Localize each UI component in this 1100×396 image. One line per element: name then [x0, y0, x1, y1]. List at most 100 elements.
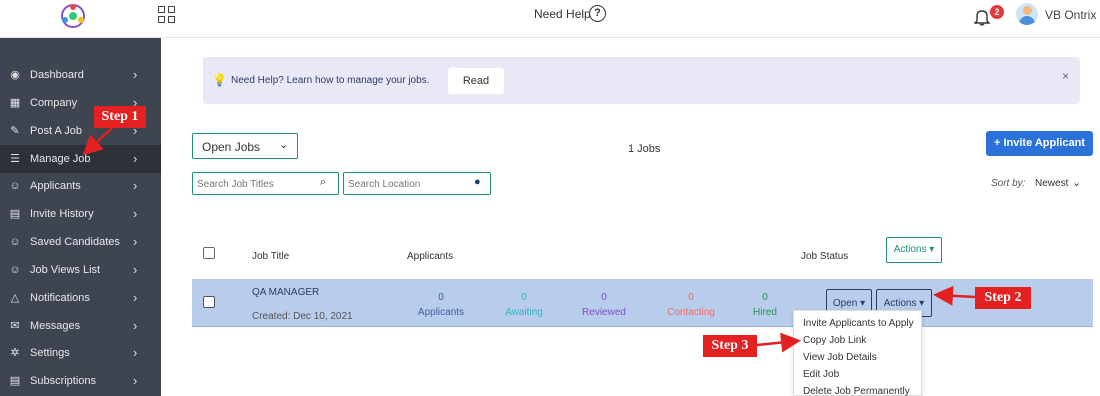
user-check-icon: ☺ — [9, 236, 21, 248]
menu-item-copy-job-link[interactable]: Copy Job Link — [803, 335, 866, 346]
search-icon[interactable]: ⌕ — [320, 176, 326, 189]
row-checkbox[interactable] — [203, 296, 215, 308]
sort-select[interactable]: Newest — [1035, 178, 1068, 189]
sidebar-item-label: Job Views List — [30, 264, 101, 276]
search-job-titles-field: ⌕ — [192, 172, 339, 195]
chevron-right-icon: › — [133, 290, 138, 305]
notification-badge: 2 — [990, 5, 1004, 19]
sidebar: ◉ Dashboard › ▦ Company › ✎ Post A Job › ☰ Manage … — [0, 38, 161, 396]
sidebar-item-label: Manage Job — [30, 153, 91, 165]
header-job-status: Job Status — [801, 251, 849, 262]
search-location-input[interactable] — [348, 176, 466, 192]
menu-item-invite-applicants-to-apply[interactable]: Invite Applicants to Apply — [803, 318, 914, 329]
sidebar-item-subscriptions[interactable]: ▤ Subscriptions › — [0, 367, 161, 395]
chevron-right-icon: › — [133, 206, 138, 221]
chevron-right-icon: › — [133, 373, 138, 388]
subscription-icon: ▤ — [9, 375, 21, 387]
document-icon: ▤ — [9, 208, 21, 220]
chevron-right-icon: › — [133, 67, 138, 82]
stat-label: Contacting — [667, 307, 715, 318]
brand-logo[interactable] — [60, 3, 86, 29]
chevron-right-icon: › — [133, 345, 138, 360]
stat-awaiting[interactable]: 0 Awaiting — [484, 292, 564, 318]
location-pin-icon[interactable]: ● — [474, 176, 481, 188]
banner-text: Need Help? Learn how to manage your jobs… — [231, 75, 430, 86]
sidebar-item-label: Invite History — [30, 208, 94, 220]
close-icon[interactable]: × — [1062, 69, 1069, 83]
step-2-callout: Step 2 — [975, 287, 1031, 309]
stat-value: 0 — [438, 292, 444, 303]
sidebar-item-label: Saved Candidates — [30, 236, 120, 248]
chevron-down-icon[interactable]: ⌄ — [1072, 176, 1081, 189]
top-bar: Need Help ? 2 VB Ontrix — [0, 0, 1100, 38]
sidebar-item-label: Messages — [30, 320, 81, 332]
search-job-titles-input[interactable] — [197, 176, 315, 192]
chevron-right-icon: › — [133, 151, 138, 166]
sidebar-item-notifications[interactable]: △ Notifications › — [0, 284, 161, 312]
step-3-callout: Step 3 — [703, 335, 757, 357]
chevron-right-icon: › — [133, 318, 138, 333]
avatar[interactable] — [1016, 3, 1038, 25]
stat-label: Applicants — [417, 307, 465, 318]
sidebar-item-settings[interactable]: ✲ Settings › — [0, 339, 161, 367]
chevron-right-icon: › — [133, 178, 138, 193]
sidebar-item-invite-history[interactable]: ▤ Invite History › — [0, 200, 161, 228]
need-help-label[interactable]: Need Help — [534, 7, 591, 21]
job-title-link[interactable]: QA MANAGER — [252, 287, 319, 298]
created-date: Created: Dec 10, 2021 — [252, 311, 353, 322]
lightbulb-icon: 💡 — [212, 73, 227, 87]
chevron-right-icon: › — [133, 234, 138, 249]
sidebar-item-label: Subscriptions — [30, 375, 97, 387]
job-status-label: Open — [832, 298, 858, 309]
sidebar-item-applicants[interactable]: ☺ Applicants › — [0, 172, 161, 200]
user-icon: ☺ — [9, 264, 21, 276]
sidebar-item-job-views-list[interactable]: ☺ Job Views List › — [0, 256, 161, 284]
jobs-count: 1 Jobs — [628, 143, 661, 155]
stat-contacting[interactable]: 0 Contacting — [651, 292, 731, 318]
job-filter-select[interactable]: Open Jobs ⌄ — [192, 133, 298, 159]
sidebar-item-label: Applicants — [30, 180, 81, 192]
header-applicants: Applicants — [407, 251, 454, 262]
bell-icon[interactable] — [974, 8, 990, 26]
dashboard-icon: ◉ — [10, 69, 20, 81]
sidebar-item-label: Post A Job — [30, 125, 82, 137]
search-location-field: ● — [343, 172, 491, 195]
building-icon: ▦ — [9, 97, 21, 109]
bell-icon: △ — [10, 292, 20, 304]
step-1-callout: Step 1 — [94, 106, 146, 128]
sidebar-item-dashboard[interactable]: ◉ Dashboard › — [0, 61, 161, 89]
sidebar-item-manage-job[interactable]: ☰ Manage Job › — [0, 145, 161, 173]
stat-label: Awaiting — [505, 307, 543, 318]
select-all-checkbox[interactable] — [203, 247, 215, 259]
job-filter-value: Open Jobs — [202, 140, 261, 154]
menu-item-view-job-details[interactable]: View Job Details — [803, 352, 877, 363]
sidebar-item-messages[interactable]: ✉ Messages › — [0, 312, 161, 340]
sidebar-item-label: Dashboard — [30, 69, 84, 81]
stat-label: Reviewed — [582, 307, 626, 318]
bulk-actions-label: Actions — [893, 244, 927, 255]
stat-value: 0 — [601, 292, 607, 303]
step-3-arrow — [756, 332, 801, 353]
menu-item-edit-job[interactable]: Edit Job — [803, 369, 839, 380]
stat-reviewed[interactable]: 0 Reviewed — [564, 292, 644, 318]
chevron-down-icon: ⌄ — [279, 139, 289, 151]
stat-applicants[interactable]: 0 Applicants — [401, 292, 481, 318]
chevron-right-icon: › — [133, 262, 138, 277]
sidebar-item-saved-candidates[interactable]: ☺ Saved Candidates › — [0, 228, 161, 256]
stat-value: 0 — [521, 292, 527, 303]
sidebar-item-label: Notifications — [30, 292, 90, 304]
gear-icon: ✲ — [10, 347, 20, 359]
apps-grid-icon[interactable] — [158, 6, 176, 24]
sidebar-item-label: Company — [30, 97, 78, 109]
menu-item-delete-job-permanently[interactable]: Delete Job Permanently — [803, 386, 910, 396]
edit-icon: ✎ — [10, 125, 20, 137]
bulk-actions-button[interactable]: Actions ▾ — [886, 237, 942, 263]
actions-dropdown-menu: Invite Applicants to Apply Copy Job Link V… — [793, 310, 922, 396]
invite-applicant-button[interactable]: + Invite Applicant — [986, 131, 1093, 156]
read-button[interactable]: Read — [448, 68, 504, 94]
help-icon[interactable]: ? — [589, 5, 606, 22]
username-label[interactable]: VB Ontrix — [1045, 8, 1096, 22]
row-actions-label: Actions — [883, 298, 917, 309]
stat-value: 0 — [688, 292, 694, 303]
sort-by-label: Sort by: — [991, 178, 1026, 189]
